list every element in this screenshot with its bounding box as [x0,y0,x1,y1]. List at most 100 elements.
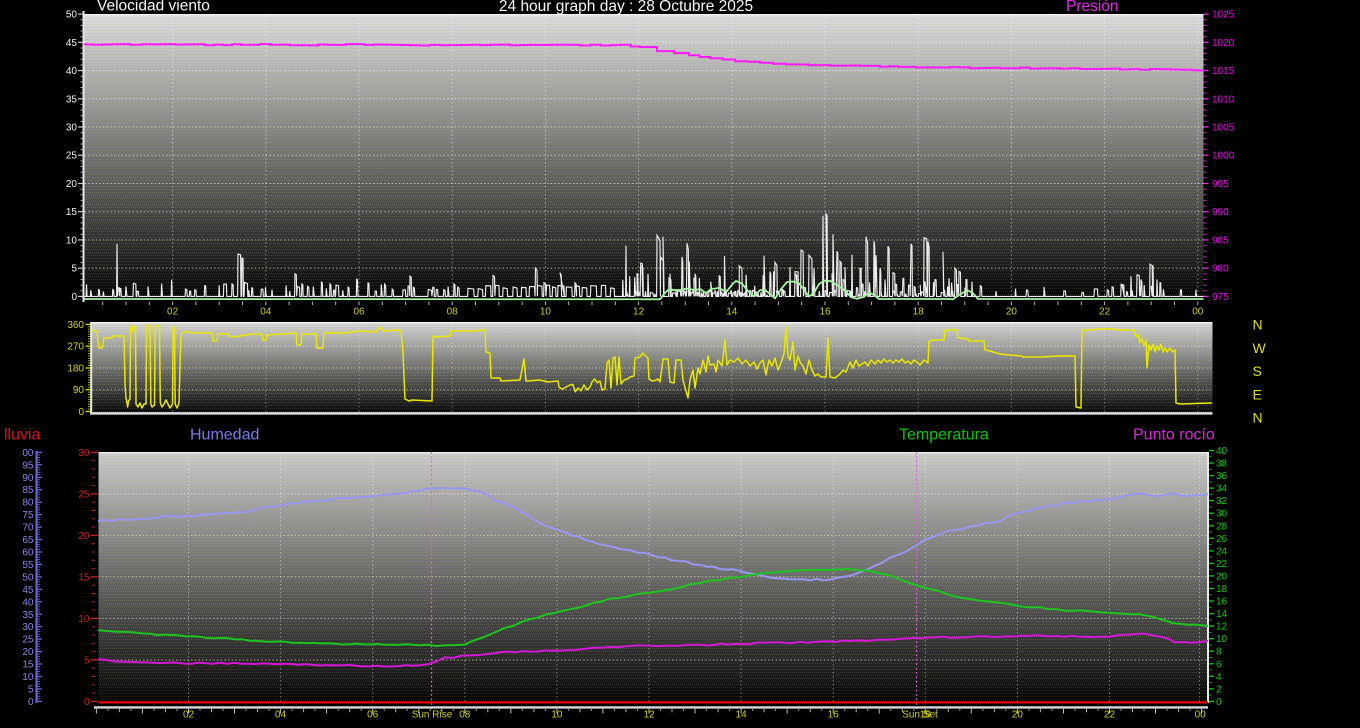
svg-text:70: 70 [22,523,34,534]
svg-text:15: 15 [78,572,90,583]
svg-text:4: 4 [1216,672,1222,683]
svg-text:10: 10 [22,672,34,683]
svg-text:8: 8 [1216,647,1222,658]
svg-text:04: 04 [260,307,272,318]
svg-text:12: 12 [643,710,655,721]
svg-text:22: 22 [1099,307,1111,318]
svg-text:0: 0 [1216,697,1222,708]
svg-text:45: 45 [66,38,78,49]
svg-text:6: 6 [1216,659,1222,670]
svg-text:12: 12 [633,307,645,318]
svg-text:30: 30 [22,622,34,633]
svg-text:75: 75 [22,510,34,521]
svg-text:980: 980 [1212,264,1229,275]
svg-text:00: 00 [1195,710,1207,721]
svg-text:20: 20 [1216,571,1228,582]
svg-text:40: 40 [1216,446,1228,457]
svg-text:25: 25 [78,489,90,500]
svg-text:N: N [1253,317,1263,333]
svg-text:360: 360 [67,320,84,331]
svg-text:50: 50 [66,10,78,21]
svg-text:14: 14 [726,307,738,318]
svg-text:10: 10 [66,235,78,246]
svg-text:0: 0 [28,697,34,708]
svg-text:15: 15 [66,207,78,218]
svg-text:5: 5 [28,684,34,695]
svg-text:1000: 1000 [1212,151,1235,162]
svg-text:04: 04 [275,710,287,721]
svg-text:0: 0 [78,407,84,418]
svg-text:1005: 1005 [1212,123,1235,134]
svg-text:16: 16 [819,307,831,318]
svg-text:Sun Rise: Sun Rise [412,710,453,721]
svg-text:35: 35 [66,94,78,105]
svg-text:08: 08 [447,307,459,318]
svg-text:Temperatura: Temperatura [899,427,989,444]
svg-text:20: 20 [22,647,34,658]
svg-text:50: 50 [22,572,34,583]
svg-text:20: 20 [1012,710,1024,721]
svg-text:1020: 1020 [1212,38,1235,49]
svg-text:95: 95 [22,460,34,471]
svg-text:22: 22 [1104,710,1116,721]
svg-text:26: 26 [1216,534,1228,545]
svg-text:90: 90 [22,473,34,484]
svg-text:15: 15 [22,660,34,671]
svg-text:90: 90 [73,385,85,396]
svg-text:N: N [1253,410,1263,426]
svg-text:35: 35 [22,610,34,621]
svg-text:06: 06 [353,307,365,318]
svg-text:14: 14 [1216,609,1228,620]
svg-text:00: 00 [1192,307,1204,318]
svg-text:00: 00 [22,448,34,459]
svg-text:55: 55 [22,560,34,571]
svg-text:0: 0 [71,292,77,303]
svg-text:975: 975 [1212,292,1229,303]
svg-text:34: 34 [1216,484,1228,495]
svg-text:10: 10 [551,710,563,721]
svg-text:65: 65 [22,535,34,546]
svg-text:Presión: Presión [1066,0,1119,15]
svg-text:08: 08 [459,710,471,721]
svg-text:Velocidad viento: Velocidad viento [97,0,210,15]
svg-text:30: 30 [78,448,90,459]
svg-text:24: 24 [1216,546,1228,557]
svg-text:45: 45 [22,585,34,596]
svg-text:5: 5 [84,655,90,666]
svg-text:1010: 1010 [1212,94,1235,105]
svg-text:Punto rocío: Punto rocío [1133,427,1215,444]
svg-text:270: 270 [67,342,84,353]
svg-text:20: 20 [78,531,90,542]
svg-text:180: 180 [67,364,84,375]
svg-text:E: E [1253,386,1262,402]
svg-text:10: 10 [78,614,90,625]
svg-text:16: 16 [828,710,840,721]
svg-text:85: 85 [22,485,34,496]
svg-text:25: 25 [66,151,78,162]
svg-text:1025: 1025 [1212,10,1235,21]
svg-text:24 hour graph day : 28 Octubre: 24 hour graph day : 28 Octubre 2025 [499,0,753,15]
svg-text:2: 2 [1216,684,1222,695]
svg-text:W: W [1253,340,1267,356]
svg-text:Humedad: Humedad [190,427,259,444]
svg-text:32: 32 [1216,496,1228,507]
svg-text:30: 30 [66,123,78,134]
svg-text:0: 0 [84,697,90,708]
svg-text:10: 10 [1216,634,1228,645]
svg-text:22: 22 [1216,559,1228,570]
svg-text:80: 80 [22,498,34,509]
svg-text:30: 30 [1216,509,1228,520]
svg-text:60: 60 [22,548,34,559]
svg-text:38: 38 [1216,459,1228,470]
svg-text:40: 40 [22,597,34,608]
svg-text:10: 10 [540,307,552,318]
svg-text:36: 36 [1216,471,1228,482]
svg-text:16: 16 [1216,597,1228,608]
svg-text:18: 18 [1216,584,1228,595]
svg-text:5: 5 [71,264,77,275]
svg-text:S: S [1253,363,1262,379]
svg-text:18: 18 [913,307,925,318]
svg-text:14: 14 [736,710,748,721]
svg-text:lluvia: lluvia [4,427,41,444]
svg-text:20: 20 [66,179,78,190]
